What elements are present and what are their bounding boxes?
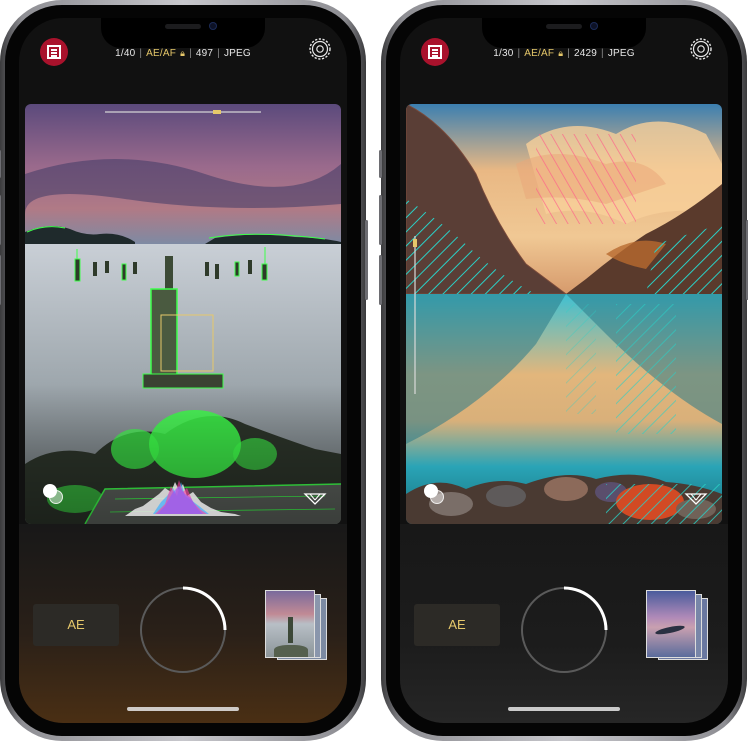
gear-icon[interactable] (306, 35, 334, 63)
lock-icon[interactable]: 🔒︎ (180, 48, 185, 59)
camera-viewfinder[interactable] (406, 104, 722, 524)
ae-button[interactable]: AE (414, 604, 500, 646)
camera-controls: AE (400, 524, 728, 723)
camera-controls: AE (19, 524, 347, 723)
side-button (379, 195, 382, 245)
exposure-icon[interactable] (424, 484, 446, 506)
side-button (379, 255, 382, 305)
home-indicator[interactable] (508, 707, 620, 711)
camera-viewfinder[interactable] (25, 104, 341, 524)
level-marker (413, 239, 417, 247)
zebra-icon[interactable] (303, 490, 327, 506)
phone-right: 1/30 | AE/AF 🔒︎ | 2429 | JPEG AE (379, 0, 748, 741)
shutter-speed[interactable]: 1/40 (115, 48, 135, 59)
side-button (0, 255, 1, 305)
screen: 1/30 | AE/AF 🔒︎ | 2429 | JPEG AE (400, 18, 728, 723)
gear-icon[interactable] (687, 35, 715, 63)
ae-af-mode[interactable]: AE/AF (146, 48, 176, 59)
gallery-thumbnail[interactable] (265, 590, 331, 660)
status-readout: 1/40 | AE/AF 🔒︎ | 497 | JPEG (115, 48, 251, 59)
exposure-icon[interactable] (43, 484, 65, 506)
level-marker (213, 110, 221, 114)
ae-button[interactable]: AE (33, 604, 119, 646)
gallery-thumbnail[interactable] (646, 590, 712, 660)
shutter-button[interactable] (520, 586, 608, 674)
viewfinder-image (406, 104, 722, 524)
zebra-icon[interactable] (684, 490, 708, 506)
shutter-speed[interactable]: 1/30 (493, 48, 513, 59)
side-button (365, 220, 368, 300)
screen: 1/40 | AE/AF 🔒︎ | 497 | JPEG AE (19, 18, 347, 723)
phone-left: 1/40 | AE/AF 🔒︎ | 497 | JPEG AE (0, 0, 368, 741)
lock-icon[interactable]: 🔒︎ (558, 48, 563, 59)
home-indicator[interactable] (127, 707, 239, 711)
side-button (0, 195, 1, 245)
notch (101, 18, 265, 48)
shutter-button[interactable] (139, 586, 227, 674)
ae-af-mode[interactable]: AE/AF (524, 48, 554, 59)
side-button (379, 150, 382, 178)
notch (482, 18, 646, 48)
shots-remaining: 2429 (574, 48, 598, 59)
file-format[interactable]: JPEG (224, 48, 251, 59)
status-readout: 1/30 | AE/AF 🔒︎ | 2429 | JPEG (493, 48, 635, 59)
side-button (0, 150, 1, 178)
shots-remaining: 497 (195, 48, 214, 59)
file-format[interactable]: JPEG (608, 48, 635, 59)
viewfinder-image (25, 104, 341, 524)
